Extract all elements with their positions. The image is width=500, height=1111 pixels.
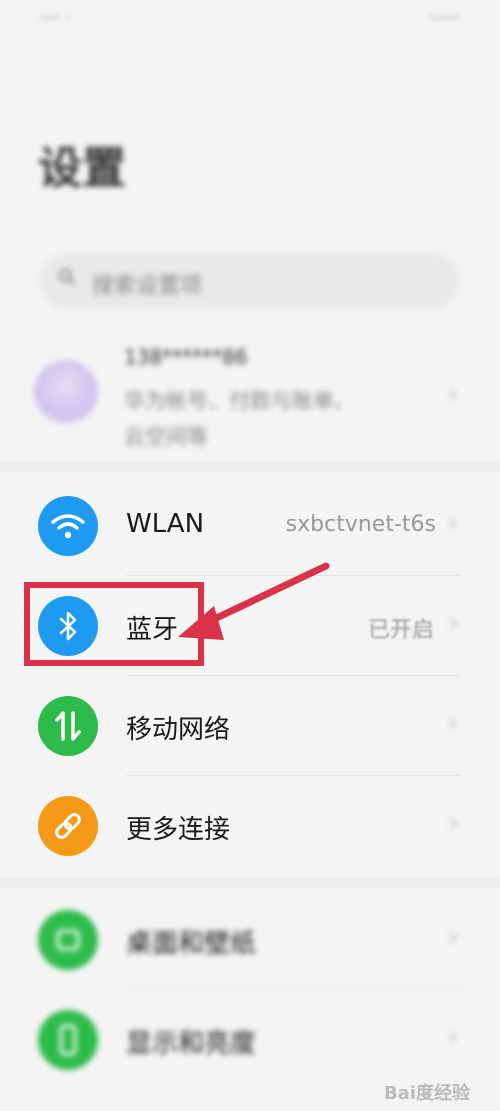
account-name: 138******86 [124, 345, 248, 369]
settings-row-wlan[interactable]: WLAN sxbctvnet-t6s › [0, 476, 500, 576]
chevron-right-icon: › [447, 808, 458, 838]
annotation-highlight-box [24, 582, 204, 666]
chevron-right-icon: › [447, 1022, 458, 1052]
row-value: 已开启 [367, 618, 434, 643]
row-label: 更多连接 [126, 815, 231, 845]
settings-row-wallpaper[interactable]: 桌面和壁纸 › [0, 890, 500, 990]
section-divider [0, 462, 500, 472]
status-bar: ···· · ······ [0, 0, 500, 40]
chevron-right-icon: › [447, 379, 458, 409]
search-icon [58, 268, 75, 285]
account-subtitle: 华为帐号、付款与账单、 [124, 389, 355, 413]
row-label: 桌面和壁纸 [126, 929, 257, 959]
link-icon [38, 796, 98, 856]
row-value: sxbctvnet-t6s [285, 512, 436, 537]
wallpaper-icon [38, 910, 98, 970]
account-row[interactable]: 138******86 华为帐号、付款与账单、 云空间等 › [0, 335, 500, 455]
chevron-right-icon: › [447, 508, 458, 538]
search-placeholder: 搜索设置项 [92, 274, 203, 299]
settings-row-display[interactable]: 显示和亮度 › [0, 990, 500, 1090]
page-title: 设置 [38, 143, 126, 194]
row-label: 移动网络 [126, 715, 231, 745]
row-label: WLAN [126, 509, 205, 539]
wifi-icon [38, 496, 98, 556]
search-bar[interactable]: 搜索设置项 [40, 253, 460, 309]
settings-row-more-connections[interactable]: 更多连接 › [0, 776, 500, 876]
settings-row-mobile-network[interactable]: 移动网络 › [0, 676, 500, 776]
status-left: ···· · [40, 8, 71, 27]
watermark: Bai度经验 [383, 1083, 470, 1104]
section-divider [0, 878, 500, 888]
chevron-right-icon: › [447, 608, 458, 638]
account-subtitle-2: 云空间等 [124, 425, 208, 449]
avatar [34, 360, 98, 424]
display-icon [38, 1010, 98, 1070]
row-label: 显示和亮度 [126, 1029, 257, 1059]
chevron-right-icon: › [447, 708, 458, 738]
mobile-data-icon [38, 696, 98, 756]
chevron-right-icon: › [447, 922, 458, 952]
status-right: ······ [429, 8, 460, 27]
